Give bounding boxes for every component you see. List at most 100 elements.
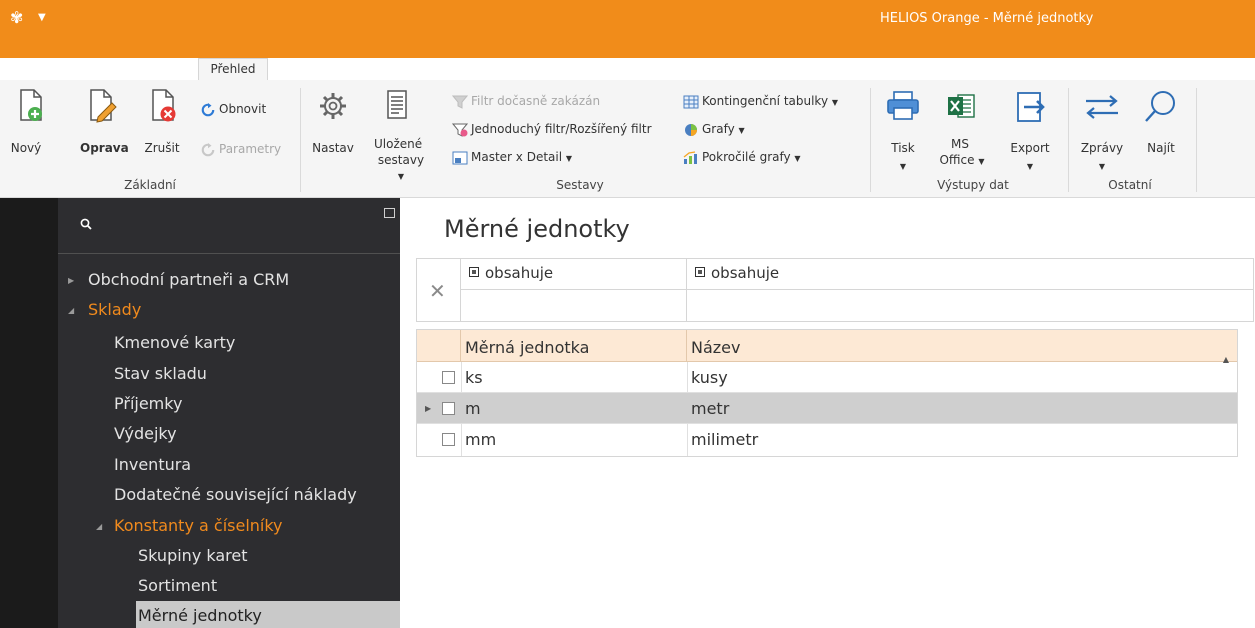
- transfer-arrows-icon: [1086, 95, 1118, 119]
- chevron-down-icon: ▼: [397, 172, 405, 181]
- print-button[interactable]: Tisk ▼: [880, 85, 926, 175]
- new-button[interactable]: Nový: [6, 85, 52, 165]
- cell-name: milimetr: [691, 430, 759, 449]
- table-row[interactable]: ▶ m metr: [417, 393, 1237, 424]
- settings-button[interactable]: Nastav: [310, 85, 356, 165]
- filter-value-unit[interactable]: [461, 290, 687, 321]
- find-label: Najít: [1147, 141, 1175, 155]
- find-button[interactable]: Najít: [1136, 85, 1186, 165]
- nav-item-sklady[interactable]: Sklady: [88, 295, 141, 325]
- group-separator: [1068, 88, 1069, 192]
- tab-automat[interactable]: Automat: [112, 58, 184, 80]
- nav-item-konstanty[interactable]: Konstanty a číselníky: [114, 511, 283, 541]
- filter-operator-unit[interactable]: obsahuje: [461, 259, 687, 290]
- collapse-arrow-icon[interactable]: ◢: [96, 522, 102, 531]
- filter-operator-name[interactable]: obsahuje: [687, 259, 1253, 290]
- refresh-label: Obnovit: [219, 102, 267, 116]
- group-label-zakladni: Základní: [124, 178, 176, 192]
- nav-item-merne-jednotky[interactable]: Měrné jednotky: [138, 601, 262, 628]
- table-row[interactable]: ks kusy: [417, 362, 1237, 393]
- export-label: Export: [1010, 141, 1050, 155]
- nav-item-stav-skladu[interactable]: Stav skladu: [114, 359, 207, 389]
- filter-icon: [452, 95, 468, 109]
- chevron-down-icon: ▼: [978, 157, 985, 166]
- advanced-charts-button[interactable]: Pokročilé grafy ▼: [683, 147, 801, 167]
- filter-disabled-button: Filtr dočasně zakázán: [452, 91, 600, 111]
- collapse-panel-icon[interactable]: [384, 208, 395, 218]
- nav-item-sortiment[interactable]: Sortiment: [138, 571, 217, 601]
- chevron-down-icon: ▼: [1026, 162, 1034, 171]
- nav-item-kmenove-karty[interactable]: Kmenové karty: [114, 328, 235, 358]
- export-button[interactable]: Export ▼: [1004, 85, 1056, 175]
- row-checkbox[interactable]: [442, 371, 455, 384]
- new-button-label: Nový: [10, 141, 42, 155]
- column-header-name[interactable]: Název ▲: [687, 330, 1237, 364]
- group-label-ostatni: Ostatní: [1108, 178, 1152, 192]
- messages-button[interactable]: Zprávy ▼: [1076, 85, 1128, 175]
- cell-unit: mm: [465, 430, 497, 449]
- filter-operator-name-label: obsahuje: [711, 264, 780, 282]
- nav-item-inventura[interactable]: Inventura: [114, 450, 191, 480]
- ms-office-label-2-text: Office: [939, 153, 975, 167]
- simple-filter-button[interactable]: Jednoduchý filtr/Rozšířený filtr: [452, 119, 652, 139]
- pie-chart-icon: [685, 123, 697, 136]
- cancel-document-icon: [152, 89, 176, 122]
- nav-item-partners[interactable]: Obchodní partneři a CRM: [88, 265, 289, 295]
- new-document-icon: [20, 89, 42, 121]
- parameters-label: Parametry: [219, 142, 282, 156]
- cancel-button[interactable]: Zrušit: [144, 85, 190, 165]
- edit-button[interactable]: Oprava: [78, 85, 130, 165]
- refresh-icon: [201, 102, 215, 116]
- nav-item-skupiny-karet[interactable]: Skupiny karet: [138, 541, 248, 571]
- nav-item-dodatecne-naklady[interactable]: Dodatečné související náklady: [114, 480, 357, 510]
- title-bar: ✾ ▼ HELIOS Orange - Měrné jednotky: [0, 0, 1255, 58]
- advanced-charts-label: Pokročilé grafy: [702, 150, 791, 164]
- header-selector-cell: [417, 330, 461, 362]
- row-checkbox[interactable]: [442, 433, 455, 446]
- expand-arrow-icon[interactable]: ▶: [68, 276, 74, 285]
- parameters-icon: [201, 142, 215, 156]
- search-icon: [80, 218, 92, 230]
- filter-operator-icon: [469, 267, 479, 277]
- edit-document-icon: [90, 89, 117, 123]
- window-title: HELIOS Orange - Měrné jednotky: [880, 11, 1094, 26]
- settings-label: Nastav: [312, 141, 354, 155]
- nav-item-vydejky[interactable]: Výdejky: [114, 419, 177, 449]
- quick-access-dropdown[interactable]: ▼: [38, 12, 46, 23]
- chevron-down-icon: ▼: [565, 154, 573, 163]
- saved-reports-label-2-text: sestavy: [377, 153, 425, 167]
- pivot-tables-button[interactable]: Kontingenční tabulky ▼: [683, 91, 838, 111]
- tab-system[interactable]: Systém: [344, 58, 406, 80]
- table-row[interactable]: mm milimetr: [417, 424, 1237, 455]
- charts-button[interactable]: Grafy ▼: [683, 119, 745, 139]
- group-label-vystupy: Výstupy dat: [937, 178, 1009, 192]
- data-grid: Měrná jednotka Název ▲ ks kusy ▶ m metr: [416, 329, 1238, 457]
- report-icon: [387, 90, 407, 119]
- master-detail-icon: [452, 151, 468, 164]
- filter-disabled-label: Filtr dočasně zakázán: [471, 94, 601, 108]
- gear-icon: [320, 93, 346, 119]
- tab-helios[interactable]: HELIOS: [8, 58, 64, 80]
- messages-label: Zprávy: [1080, 141, 1124, 155]
- group-separator: [300, 88, 301, 192]
- export-icon: [1017, 92, 1045, 122]
- master-detail-button[interactable]: Master x Detail ▼: [452, 147, 572, 167]
- ribbon: Nový Oprava Zrušit Obnovit Parametry Zák…: [0, 80, 1255, 198]
- chevron-down-icon: ▼: [899, 162, 907, 171]
- nav-search[interactable]: [58, 198, 400, 254]
- tab-akce[interactable]: Akce: [280, 58, 326, 80]
- print-label: Tisk: [891, 141, 915, 155]
- filter-value-name[interactable]: [687, 290, 1253, 321]
- clear-filter-button[interactable]: ✕: [417, 259, 461, 321]
- ms-office-button[interactable]: MS Office ▼: [934, 85, 986, 175]
- collapse-arrow-icon[interactable]: ◢: [68, 306, 74, 315]
- search-icon: [1145, 91, 1175, 122]
- column-header-unit[interactable]: Měrná jednotka: [461, 330, 687, 362]
- row-checkbox[interactable]: [442, 402, 455, 415]
- nav-item-prijemky[interactable]: Příjemky: [114, 389, 182, 419]
- tab-prehled[interactable]: Přehled: [198, 58, 268, 80]
- saved-reports-button[interactable]: Uložené sestavy ▼: [374, 85, 424, 181]
- grid-header: Měrná jednotka Název ▲: [417, 330, 1237, 364]
- filter-operator-icon: [695, 267, 705, 277]
- refresh-button[interactable]: Obnovit: [200, 99, 266, 119]
